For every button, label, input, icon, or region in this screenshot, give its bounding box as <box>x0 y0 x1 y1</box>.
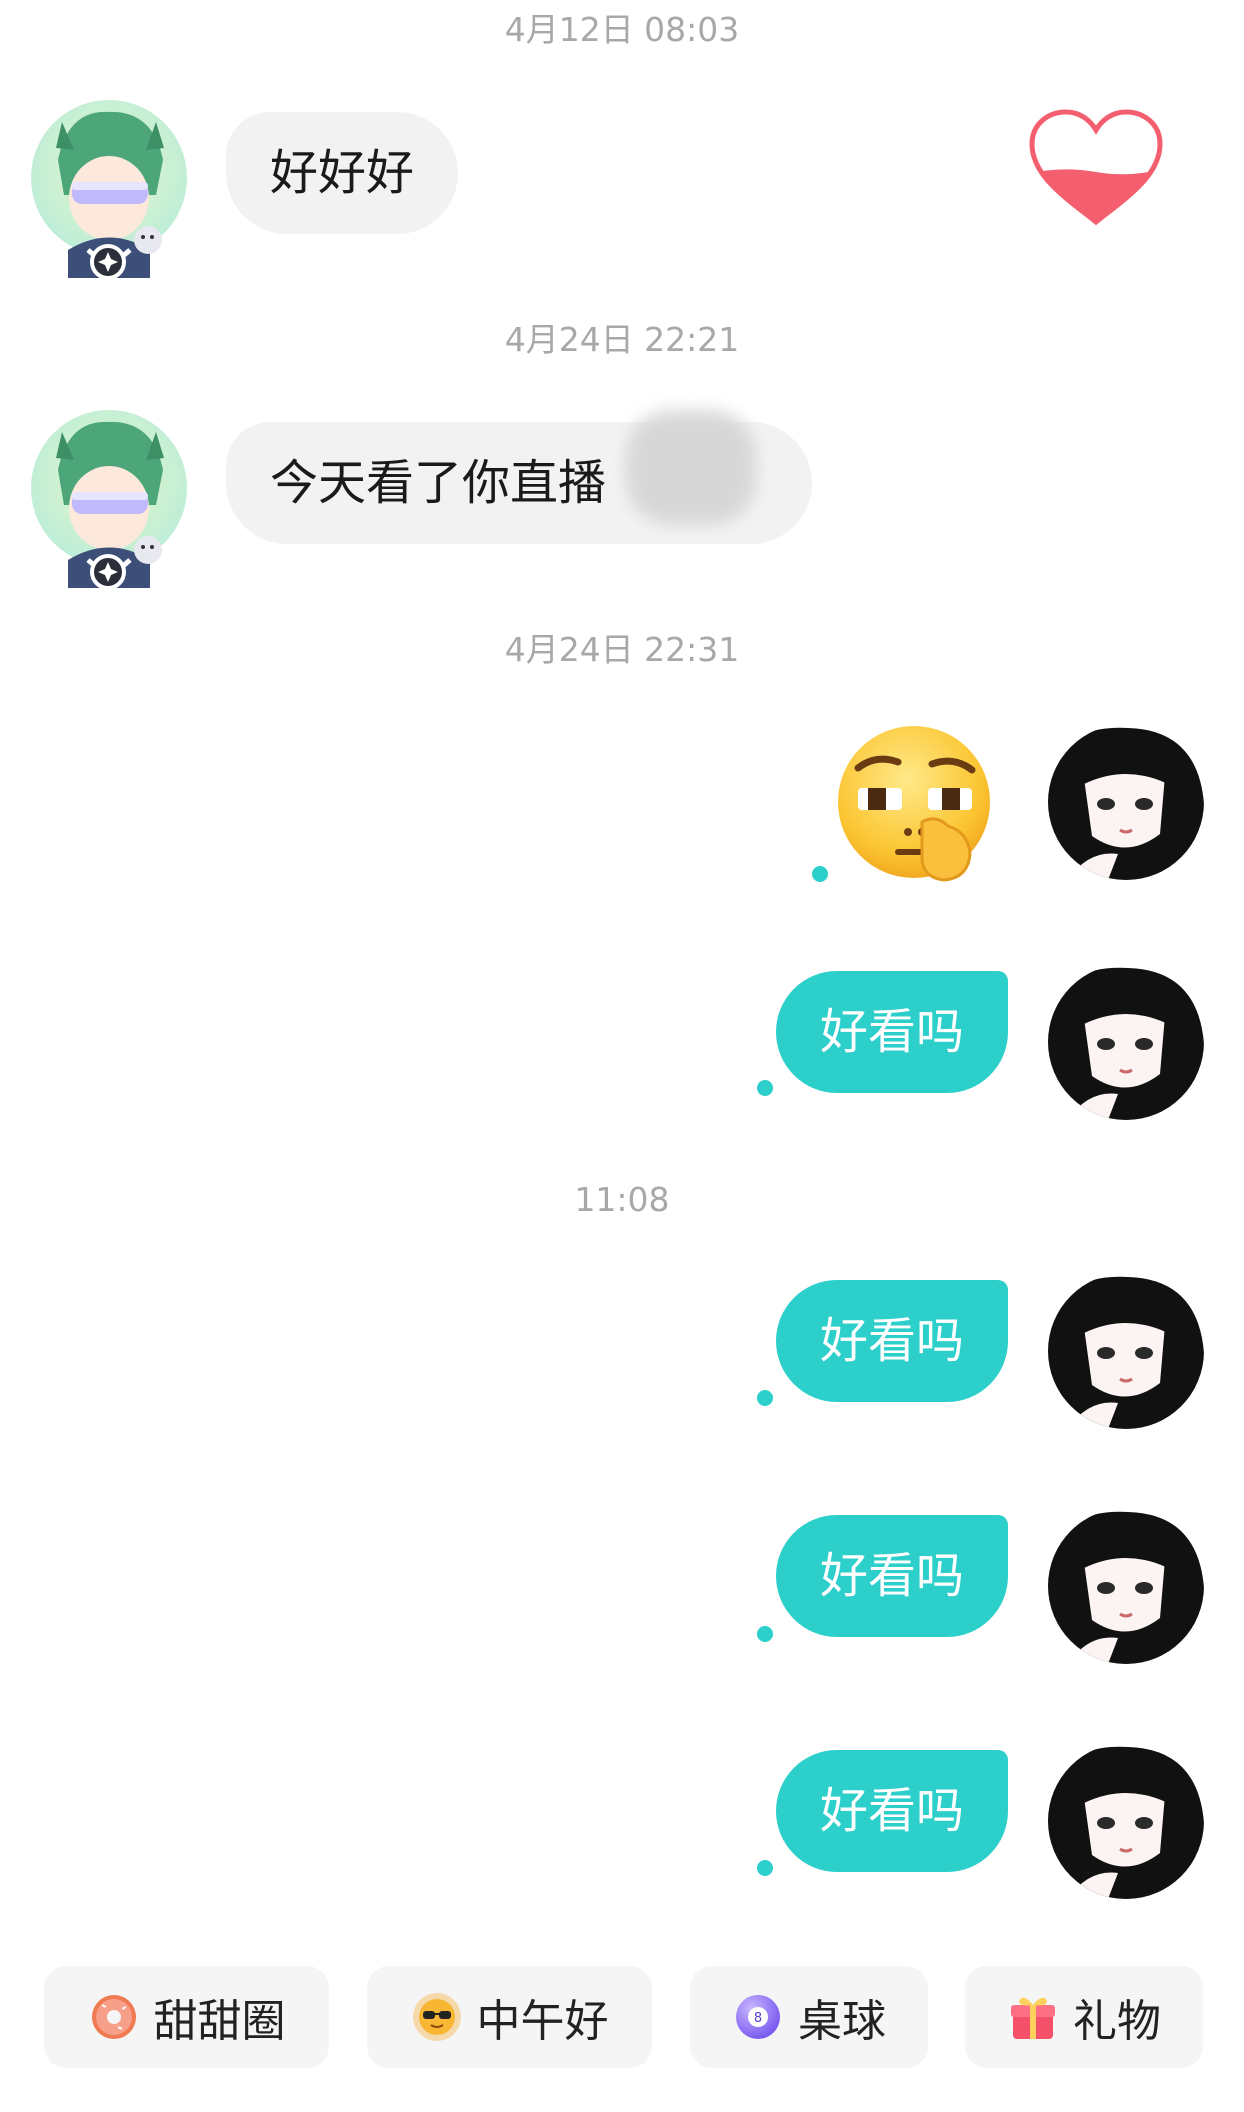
gift-icon <box>1011 1997 1055 2039</box>
donut-icon <box>91 1995 136 2039</box>
outgoing-message-bubble[interactable]: 好看吗 <box>776 1515 1008 1637</box>
timestamp: 4月12日 08:03 <box>504 10 740 49</box>
chip-label: 甜甜圈 <box>153 1996 286 2047</box>
shush-eyes-emoji[interactable] <box>836 722 996 886</box>
read-indicator <box>757 1860 773 1876</box>
contact-avatar[interactable] <box>28 410 190 592</box>
svg-text:8: 8 <box>754 2011 762 2026</box>
quick-reply-donut[interactable]: 甜甜圈 <box>44 1966 329 2068</box>
self-avatar[interactable] <box>1048 1508 1204 1664</box>
quick-reply-bar: 甜甜圈 中午好 8 桌球 礼物 <box>0 1966 1244 2076</box>
billiard-ball-icon: 8 <box>736 1995 780 2039</box>
sun-sunglasses-icon <box>412 1993 461 2041</box>
quick-reply-gift[interactable]: 礼物 <box>965 1966 1203 2068</box>
message-text: 今天看了你直播 <box>270 455 607 511</box>
outgoing-message-bubble[interactable]: 好看吗 <box>776 1280 1008 1402</box>
timestamp: 11:08 <box>574 1180 670 1219</box>
chip-label: 中午好 <box>476 1996 609 2047</box>
heart-fill-icon[interactable] <box>1026 108 1166 230</box>
quick-reply-good-noon[interactable]: 中午好 <box>367 1966 652 2068</box>
outgoing-message-bubble[interactable]: 好看吗 <box>776 1750 1008 1872</box>
self-avatar[interactable] <box>1048 1743 1204 1899</box>
chip-label: 桌球 <box>798 1996 886 2047</box>
redaction-blur <box>626 410 756 525</box>
outgoing-message-bubble[interactable]: 好看吗 <box>776 971 1008 1093</box>
incoming-message-bubble[interactable]: 好好好 <box>226 112 459 234</box>
read-indicator <box>757 1080 773 1096</box>
self-avatar[interactable] <box>1048 964 1204 1120</box>
quick-reply-billiards[interactable]: 8 桌球 <box>690 1966 928 2068</box>
read-indicator <box>757 1626 773 1642</box>
read-indicator <box>812 866 828 882</box>
self-avatar[interactable] <box>1048 724 1204 880</box>
read-indicator <box>757 1390 773 1406</box>
timestamp: 4月24日 22:21 <box>504 320 740 359</box>
self-avatar[interactable] <box>1048 1273 1204 1429</box>
contact-avatar[interactable] <box>28 100 190 282</box>
timestamp: 4月24日 22:31 <box>504 630 740 669</box>
chip-label: 礼物 <box>1073 1996 1161 2047</box>
